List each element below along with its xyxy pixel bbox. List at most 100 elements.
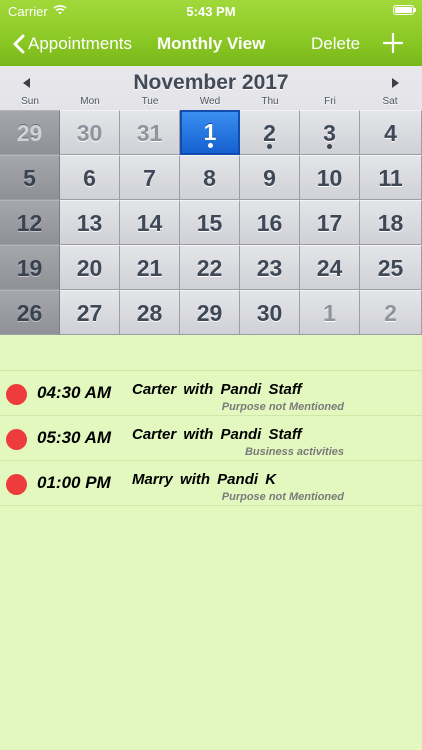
weekday-label: Wed [199, 96, 221, 107]
event-indicator-dot [267, 144, 272, 149]
day-cell[interactable]: 24 [300, 245, 360, 290]
day-cell[interactable]: 11 [360, 155, 422, 200]
day-cell[interactable]: 4 [360, 110, 422, 155]
day-cell[interactable]: 7 [120, 155, 180, 200]
day-cell[interactable]: 6 [60, 155, 120, 200]
day-cell[interactable]: 29 [0, 110, 60, 155]
day-number: 22 [196, 255, 223, 281]
appointment-time: 04:30 AM [37, 383, 112, 402]
day-cell[interactable]: 30 [240, 290, 300, 335]
day-cell[interactable]: 29 [180, 290, 240, 335]
plus-icon [382, 32, 404, 54]
day-number: 2 [263, 120, 276, 146]
day-cell[interactable]: 14 [120, 200, 180, 245]
event-indicator-dot [327, 144, 332, 149]
day-cell[interactable]: 22 [180, 245, 240, 290]
event-indicator-dot [207, 143, 213, 148]
day-number: 12 [16, 210, 43, 236]
day-cell[interactable]: 25 [360, 245, 422, 290]
status-dot-icon [6, 429, 27, 450]
day-cell[interactable]: 28 [120, 290, 180, 335]
add-button[interactable] [382, 32, 404, 54]
day-number: 3 [323, 120, 336, 146]
day-cell[interactable]: 2 [240, 110, 300, 155]
triangle-right-icon [392, 78, 399, 88]
appointment-row[interactable]: 05:30 AM Carter with Pandi Staff Business … [0, 416, 422, 461]
day-cell[interactable]: 10 [300, 155, 360, 200]
day-number: 10 [316, 165, 343, 191]
day-number: 21 [136, 255, 163, 281]
day-number: 30 [256, 300, 283, 326]
day-number: 20 [76, 255, 103, 281]
day-cell[interactable]: 8 [180, 155, 240, 200]
month-header: November 2017 Sun Mon Tue Wed Thu Fri Sat [0, 66, 422, 110]
appointment-title: Marry with Pandi K [132, 471, 277, 488]
appointment-title: Carter with Pandi Staff [132, 426, 302, 443]
day-number: 18 [377, 210, 404, 236]
status-time: 5:43 PM [186, 4, 236, 19]
day-number: 8 [203, 165, 216, 191]
day-cell[interactable]: 5 [0, 155, 60, 200]
day-number: 9 [263, 165, 276, 191]
month-calendar: November 2017 Sun Mon Tue Wed Thu Fri Sat 29 30… [0, 66, 422, 335]
day-number: 27 [76, 300, 103, 326]
day-number: 31 [136, 120, 163, 146]
day-cell[interactable]: 27 [60, 290, 120, 335]
status-dot-icon [6, 384, 27, 405]
day-cell[interactable]: 20 [60, 245, 120, 290]
appointment-purpose: Purpose not Mentioned [221, 491, 344, 503]
weekday-label: Mon [80, 96, 100, 107]
battery-icon [393, 5, 416, 15]
day-number: 5 [23, 165, 36, 191]
day-number: 11 [378, 165, 403, 191]
day-number: 29 [196, 300, 223, 326]
appointment-row[interactable]: 04:30 AM Carter with Pandi Staff Purpose n… [0, 371, 422, 416]
next-month-button[interactable] [386, 74, 404, 92]
weekday-label: Tue [141, 96, 159, 107]
day-cell[interactable]: 17 [300, 200, 360, 245]
day-cell[interactable]: 31 [120, 110, 180, 155]
day-cell[interactable]: 3 [300, 110, 360, 155]
day-number: 1 [323, 300, 336, 326]
day-cell[interactable]: 9 [240, 155, 300, 200]
month-title: November 2017 [133, 71, 289, 94]
day-number: 6 [83, 165, 96, 191]
day-grid: 29 30 31 1 2 3 4 5 6 7 8 9 10 11 12 13 14 15 16 17 18 19 20 21 2… [0, 110, 422, 335]
day-number: 30 [76, 120, 103, 146]
appointment-time: 01:00 PM [37, 473, 111, 492]
page-title: Monthly View [157, 34, 266, 53]
day-number: 7 [143, 165, 156, 191]
day-cell[interactable]: 26 [0, 290, 60, 335]
delete-button[interactable]: Delete [311, 34, 360, 54]
day-cell[interactable]: 2 [360, 290, 422, 335]
navigation-bar: Appointments Monthly View Delete [0, 22, 422, 66]
day-number: 14 [136, 210, 163, 236]
day-cell[interactable]: 1 [300, 290, 360, 335]
weekday-label: Sun [21, 96, 39, 107]
day-number: 24 [316, 255, 343, 281]
day-cell-selected[interactable]: 1 [180, 110, 240, 155]
day-number: 4 [384, 120, 397, 146]
day-cell[interactable]: 12 [0, 200, 60, 245]
day-number: 1 [203, 119, 217, 145]
appointment-row[interactable]: 01:00 PM Marry with Pandi K Purpose not Me… [0, 461, 422, 506]
appointment-title: Carter with Pandi Staff [132, 381, 302, 398]
day-number: 29 [16, 120, 43, 146]
day-cell[interactable]: 15 [180, 200, 240, 245]
weekday-label: Fri [324, 96, 336, 107]
day-number: 28 [136, 300, 163, 326]
day-cell[interactable]: 23 [240, 245, 300, 290]
appointment-time: 05:30 AM [37, 428, 112, 447]
appointment-purpose: Business activities [244, 446, 344, 458]
day-number: 25 [377, 255, 404, 281]
day-cell[interactable]: 19 [0, 245, 60, 290]
day-cell[interactable]: 13 [60, 200, 120, 245]
day-cell[interactable]: 30 [60, 110, 120, 155]
day-cell[interactable]: 18 [360, 200, 422, 245]
status-bar: Carrier 5:43 PM [0, 0, 422, 22]
back-button[interactable]: Appointments [12, 32, 132, 56]
day-cell[interactable]: 16 [240, 200, 300, 245]
weekday-label: Sat [382, 96, 398, 107]
day-cell[interactable]: 21 [120, 245, 180, 290]
day-number: 16 [256, 210, 283, 236]
